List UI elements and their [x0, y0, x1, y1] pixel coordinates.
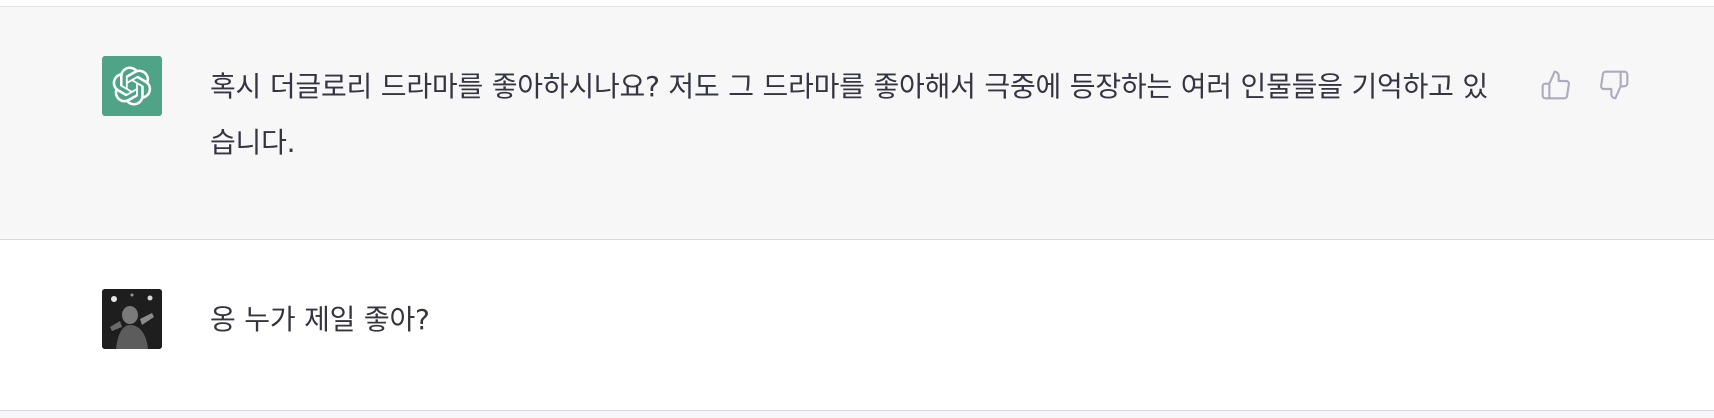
bottom-divider — [0, 411, 1714, 418]
thumbs-down-icon — [1600, 70, 1629, 100]
assistant-message-text: 혹시 더글로리 드라마를 좋아하시나요? 저도 그 드라마를 좋아해서 극중에 … — [210, 70, 1488, 159]
openai-logo-icon — [112, 66, 152, 106]
thumbs-up-icon — [1541, 70, 1570, 100]
thumbs-down-button[interactable] — [1596, 67, 1632, 103]
thumbs-up-button[interactable] — [1538, 67, 1574, 103]
assistant-avatar — [102, 56, 162, 116]
user-message: 옹 누가 제일 좋아? — [0, 240, 1714, 411]
assistant-message: 혹시 더글로리 드라마를 좋아하시나요? 저도 그 드라마를 좋아해서 극중에 … — [0, 7, 1714, 240]
user-avatar — [102, 289, 162, 349]
top-divider — [0, 0, 1714, 7]
user-message-text: 옹 누가 제일 좋아? — [210, 303, 430, 336]
user-photo-avatar — [102, 289, 162, 349]
feedback-buttons — [1538, 67, 1632, 103]
